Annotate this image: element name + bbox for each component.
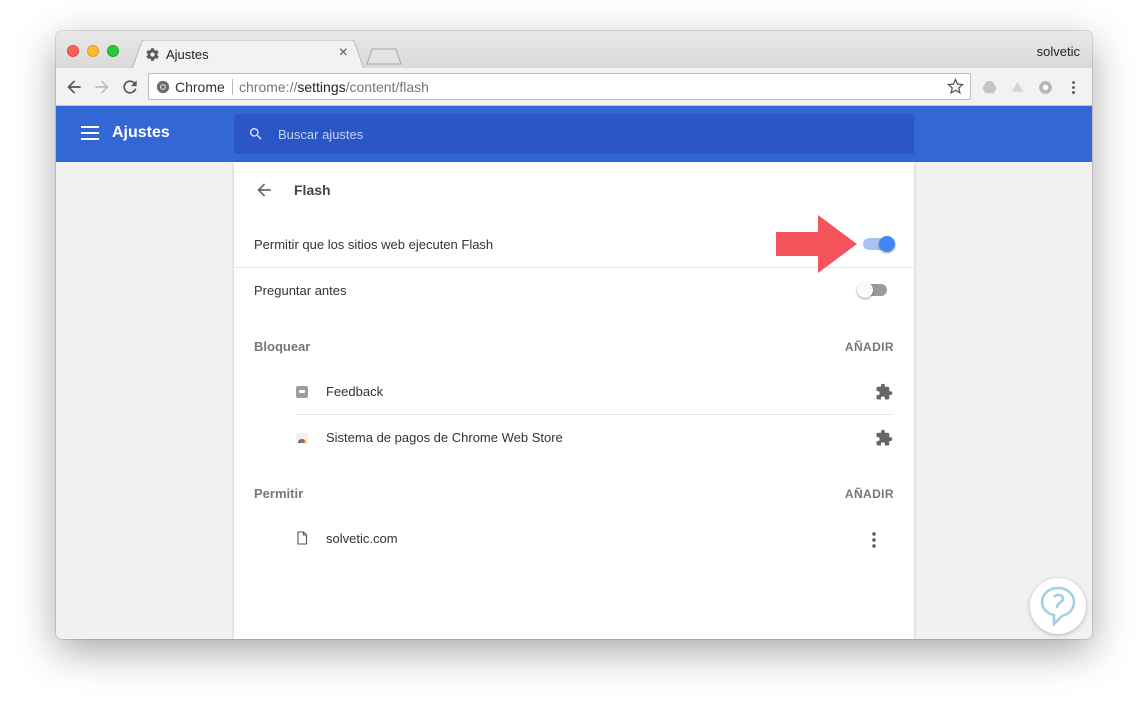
file-icon [297, 531, 308, 545]
divider [296, 414, 892, 415]
annotation-arrow-icon [776, 215, 857, 273]
reload-icon[interactable] [120, 77, 140, 97]
close-window-button[interactable] [67, 45, 79, 57]
profile-extension-icon[interactable] [1037, 79, 1054, 96]
hamburger-menu-icon[interactable] [81, 126, 99, 140]
page-heading: Ajustes [112, 124, 170, 141]
bookmark-star-icon[interactable] [947, 78, 964, 95]
back-arrow-icon[interactable] [64, 77, 84, 97]
settings-content: Flash Permitir que los sitios web ejecut… [56, 162, 1092, 639]
puzzle-piece-icon [876, 383, 893, 400]
ask-first-toggle[interactable] [857, 282, 891, 298]
allow-section-title: Permitir [254, 486, 304, 501]
tab-title: Ajustes [166, 47, 209, 62]
block-add-button[interactable]: AÑADIR [845, 340, 894, 354]
zoom-window-button[interactable] [107, 45, 119, 57]
omnibox-separator [232, 79, 233, 95]
feedback-icon [296, 386, 308, 398]
url-text[interactable]: chrome://settings/content/flash [239, 79, 429, 95]
search-input[interactable] [278, 114, 878, 154]
allow-add-button[interactable]: AÑADIR [845, 487, 894, 501]
blocked-site-chrome-web-store: Sistema de pagos de Chrome Web Store [326, 430, 563, 445]
extension-icon[interactable] [1009, 79, 1026, 96]
site-chip: Chrome [175, 79, 225, 95]
chrome-web-store-icon [296, 433, 308, 444]
allow-flash-toggle[interactable] [861, 236, 895, 252]
minimize-window-button[interactable] [87, 45, 99, 57]
allowed-site-solvetic: solvetic.com [326, 531, 398, 546]
browser-window: Ajustes × solvetic Chrome chrome://setti [56, 31, 1092, 639]
block-section-title: Bloquear [254, 339, 311, 354]
drive-extension-icon[interactable] [981, 79, 998, 96]
more-vert-icon[interactable] [871, 531, 877, 549]
allow-flash-label: Permitir que los sitios web ejecuten Fla… [254, 237, 494, 252]
new-tab-button[interactable] [366, 48, 402, 65]
settings-header: Ajustes [56, 106, 1092, 162]
puzzle-piece-icon [876, 429, 893, 446]
page-title: Flash [294, 182, 331, 198]
tab-settings[interactable]: Ajustes × [132, 40, 364, 69]
profile-name[interactable]: solvetic [1037, 44, 1080, 59]
chrome-logo-icon [156, 80, 170, 94]
ask-first-label: Preguntar antes [254, 283, 347, 298]
close-tab-icon[interactable]: × [339, 45, 348, 61]
back-arrow-icon[interactable] [254, 180, 274, 200]
address-bar[interactable]: Chrome chrome://settings/content/flash [148, 73, 971, 100]
tab-strip: Ajustes × solvetic [56, 31, 1092, 69]
browser-menu-icon[interactable] [1065, 79, 1082, 96]
toolbar: Chrome chrome://settings/content/flash [56, 68, 1092, 106]
solvetic-logo [1030, 578, 1086, 634]
search-icon[interactable] [248, 126, 264, 142]
blocked-site-feedback: Feedback [326, 384, 384, 399]
forward-arrow-icon[interactable] [92, 77, 112, 97]
gear-icon [146, 48, 159, 61]
search-box [234, 114, 914, 154]
